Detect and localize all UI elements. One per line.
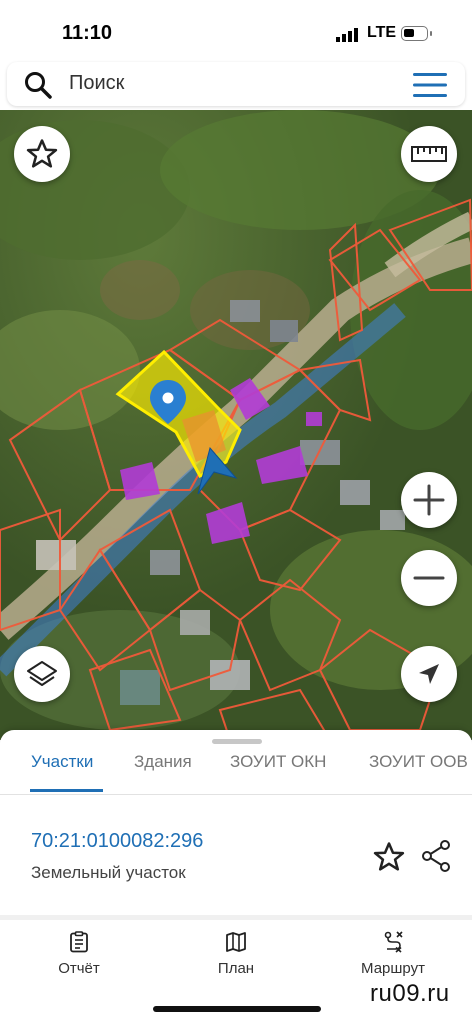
- nav-report[interactable]: Отчёт: [19, 920, 139, 990]
- report-icon: [70, 931, 88, 953]
- tab-zouit-okn[interactable]: ЗОУИТ ОКН: [230, 752, 326, 772]
- tab-parcels[interactable]: Участки: [31, 752, 93, 772]
- nav-plan-label: План: [217, 960, 255, 977]
- nav-route-label: Маршрут: [361, 960, 425, 977]
- watermark: ru09.ru: [370, 980, 450, 1007]
- route-icon: [384, 931, 403, 953]
- battery-cap: [430, 31, 432, 36]
- layers-icon: [27, 661, 57, 686]
- zoom-in-button[interactable]: [401, 472, 457, 528]
- favorite-button[interactable]: [14, 126, 70, 182]
- signal-icon: [336, 28, 358, 42]
- ruler-icon: [411, 146, 447, 162]
- star-icon: [26, 139, 58, 168]
- nav-report-label: Отчёт: [58, 960, 100, 977]
- star-icon[interactable]: [372, 840, 406, 874]
- menu-icon[interactable]: [413, 72, 447, 98]
- status-time: 11:10: [62, 22, 113, 44]
- status-bar: 11:10 LTE: [0, 0, 472, 62]
- network-type: LTE: [367, 24, 397, 41]
- zoom-out-button[interactable]: [401, 550, 457, 606]
- category-tabs: Участки Здания ЗОУИТ ОКН ЗОУИТ ООВ: [0, 730, 472, 795]
- search-input[interactable]: Поиск: [69, 72, 124, 95]
- share-icon[interactable]: [420, 839, 452, 873]
- map-imagery[interactable]: [0, 110, 472, 740]
- zoom-out-icon: [413, 576, 445, 580]
- satellite-map[interactable]: [0, 110, 472, 740]
- parcel-cadastral-number[interactable]: 70:21:0100082:296: [31, 830, 203, 853]
- layers-button[interactable]: [14, 646, 70, 702]
- search-bar[interactable]: Поиск: [7, 62, 465, 106]
- active-tab-indicator: [30, 789, 103, 792]
- measure-button[interactable]: [401, 126, 457, 182]
- tab-zouit-oov[interactable]: ЗОУИТ ООВ: [369, 752, 468, 772]
- search-icon[interactable]: [23, 70, 53, 100]
- parcel-card[interactable]: 70:21:0100082:296 Земельный участок: [0, 795, 472, 915]
- map-plan-icon: [226, 932, 246, 952]
- parcel-type: Земельный участок: [31, 863, 186, 882]
- home-indicator: [153, 1006, 321, 1012]
- tab-buildings[interactable]: Здания: [134, 752, 192, 772]
- nav-plan[interactable]: План: [176, 920, 296, 990]
- battery-icon: [401, 26, 428, 41]
- zoom-in-icon: [413, 484, 445, 516]
- locate-arrow-icon: [419, 664, 439, 684]
- my-location-button[interactable]: [401, 646, 457, 702]
